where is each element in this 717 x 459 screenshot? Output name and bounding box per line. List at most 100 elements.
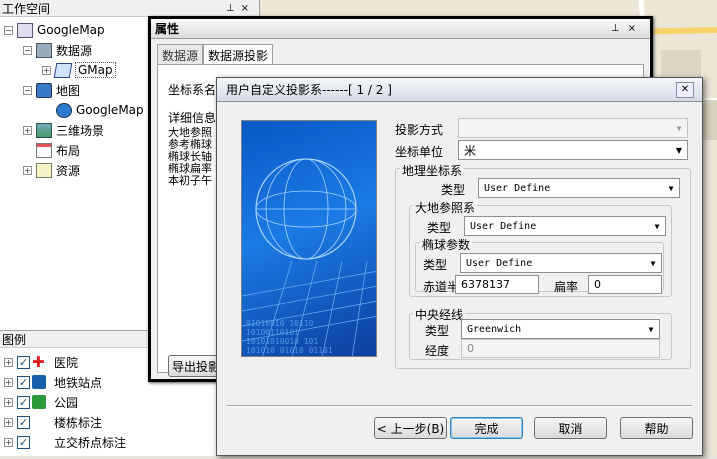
expand-icon[interactable]: + — [42, 65, 51, 75]
tree-label-scene: 三维场景 — [56, 123, 105, 138]
tree-item-datasource[interactable]: − 数据源 — [23, 40, 92, 60]
properties-titlebar: 属性 ⊥× — [151, 19, 650, 39]
tree-label-map: 地图 — [56, 83, 81, 98]
coord-name-label: 坐标系名 — [168, 83, 217, 97]
collapse-icon[interactable]: − — [23, 85, 32, 95]
layout-icon — [36, 142, 52, 158]
legend-item[interactable]: + ✓ 地铁站点 — [4, 372, 102, 392]
datum-group-label: 大地参照系 — [413, 199, 478, 216]
tab-datasource-projection[interactable]: 数据源投影 — [203, 44, 274, 64]
workspace-icon — [17, 22, 33, 38]
scene-icon — [36, 122, 52, 138]
tree-item-gmap[interactable]: + GMap — [42, 60, 116, 80]
separator — [227, 405, 692, 407]
tree-label-resource: 资源 — [56, 163, 81, 178]
datum-type-label: 类型 — [427, 221, 452, 235]
properties-tabs: 数据源 数据源投影 — [157, 44, 274, 64]
dropdown-arrow-icon: ▼ — [676, 123, 682, 133]
expand-icon[interactable]: + — [4, 357, 13, 367]
coord-unit-select[interactable]: 米 ▼ — [458, 140, 688, 160]
tree-item-root[interactable]: − GoogleMap — [4, 20, 105, 40]
legend-item[interactable]: + ✓ 楼栋标注 — [4, 412, 102, 432]
ellipsoid-group-label: 椭球参数 — [420, 236, 473, 253]
tree-item-resource[interactable]: + 资源 — [23, 160, 80, 180]
globe-banner-image: 01010010 10110 10100110101 10101010010 1… — [241, 120, 377, 357]
legend-label: 楼栋标注 — [54, 415, 103, 430]
blank-icon — [32, 415, 46, 429]
pin-close-icon[interactable]: ⊥× — [611, 23, 644, 34]
tree-item-googlemap[interactable]: GoogleMap — [56, 100, 144, 120]
legend-label: 公园 — [54, 395, 79, 410]
geo-coord-group-label: 地理坐标系 — [400, 162, 465, 179]
finish-button[interactable]: 完成 — [450, 417, 523, 439]
expand-icon[interactable]: + — [4, 417, 13, 427]
ellipsoid-type-select[interactable]: User Define ▼ — [460, 253, 662, 273]
equator-radius-input[interactable]: 6378137 — [455, 275, 539, 294]
properties-title: 属性 — [155, 22, 180, 36]
tree-label-datasource: 数据源 — [56, 43, 93, 58]
expand-icon[interactable]: + — [4, 437, 13, 447]
subway-icon — [32, 375, 46, 389]
previous-button[interactable]: < 上一步(B) — [374, 417, 447, 439]
tree-label-root: GoogleMap — [37, 23, 105, 37]
hospital-icon: ✚ — [32, 353, 45, 371]
checkbox[interactable]: ✓ — [17, 435, 30, 449]
projection-mode-select[interactable]: ▼ — [458, 118, 688, 138]
legend-item[interactable]: + ✓ 立交桥点标注 — [4, 432, 126, 452]
tree-label-gmap: GMap — [75, 62, 116, 78]
longitude-label: 经度 — [425, 344, 450, 358]
collapse-icon[interactable]: − — [23, 45, 32, 55]
coord-unit-label: 坐标单位 — [395, 145, 444, 159]
detail-label: 详细信息 — [168, 111, 217, 125]
custom-projection-dialog: 用户自定义投影系------[ 1 / 2 ] ✕ 01010010 10110… — [216, 77, 703, 456]
cancel-button[interactable]: 取消 — [534, 417, 607, 439]
tree-item-scene[interactable]: + 三维场景 — [23, 120, 104, 140]
legend-title: 图例 — [2, 332, 27, 347]
legend-label: 医院 — [54, 355, 79, 370]
detail-text: 大地参照 参考椭球 椭球长轴 椭球扁率 本初子午 — [168, 127, 220, 187]
meridian-type-label: 类型 — [425, 324, 450, 338]
collapse-icon[interactable]: − — [4, 25, 13, 35]
legend-label: 地铁站点 — [54, 375, 103, 390]
geo-type-select[interactable]: User Define ▼ — [478, 178, 680, 198]
legend-label: 立交桥点标注 — [54, 435, 127, 450]
dropdown-arrow-icon: ▼ — [650, 258, 656, 268]
tree-item-map[interactable]: − 地图 — [23, 80, 80, 100]
dropdown-arrow-icon: ▼ — [668, 183, 674, 193]
dropdown-arrow-icon: ▼ — [654, 221, 660, 231]
tree-label-layout: 布局 — [56, 143, 81, 158]
detail-line: 本初子午 — [168, 174, 212, 187]
expand-icon[interactable]: + — [4, 377, 13, 387]
expand-icon[interactable]: + — [23, 125, 32, 135]
meridian-type-select[interactable]: Greenwich ▼ — [461, 319, 660, 339]
legend-item[interactable]: + ✓ ✚ 医院 — [4, 352, 78, 372]
close-icon[interactable]: ✕ — [676, 81, 694, 98]
checkbox[interactable]: ✓ — [17, 395, 30, 409]
resource-icon — [36, 162, 52, 178]
blank-icon — [32, 435, 46, 449]
checkbox[interactable]: ✓ — [17, 415, 30, 429]
tree-item-layout[interactable]: 布局 — [36, 140, 80, 160]
binary-digits: 01010010 10110 10100110101 10101010010 1… — [246, 319, 333, 355]
pin-icon[interactable]: ⊥× — [226, 3, 255, 14]
workspace-title: 工作空间 — [2, 1, 51, 16]
map-document-icon — [56, 102, 72, 118]
flattening-label: 扁率 — [554, 280, 579, 294]
checkbox[interactable]: ✓ — [17, 375, 30, 389]
dropdown-arrow-icon: ▼ — [648, 324, 654, 334]
datum-type-select[interactable]: User Define ▼ — [464, 216, 666, 236]
expand-icon[interactable]: + — [4, 397, 13, 407]
ellipsoid-type-label: 类型 — [423, 258, 448, 272]
legend-item[interactable]: + ✓ 公园 — [4, 392, 78, 412]
checkbox[interactable]: ✓ — [17, 355, 30, 369]
map-icon — [36, 82, 52, 98]
expand-icon[interactable]: + — [23, 165, 32, 175]
workspace-header: 工作空间 ⊥× — [0, 0, 259, 17]
flattening-input[interactable]: 0 — [588, 275, 662, 294]
help-button[interactable]: 帮助 — [620, 417, 693, 439]
tab-datasource[interactable]: 数据源 — [157, 44, 204, 64]
dialog-titlebar: 用户自定义投影系------[ 1 / 2 ] ✕ — [217, 78, 702, 102]
longitude-input[interactable]: 0 — [461, 339, 660, 358]
dialog-title: 用户自定义投影系------[ 1 / 2 ] — [226, 83, 392, 97]
projection-mode-label: 投影方式 — [395, 123, 444, 137]
